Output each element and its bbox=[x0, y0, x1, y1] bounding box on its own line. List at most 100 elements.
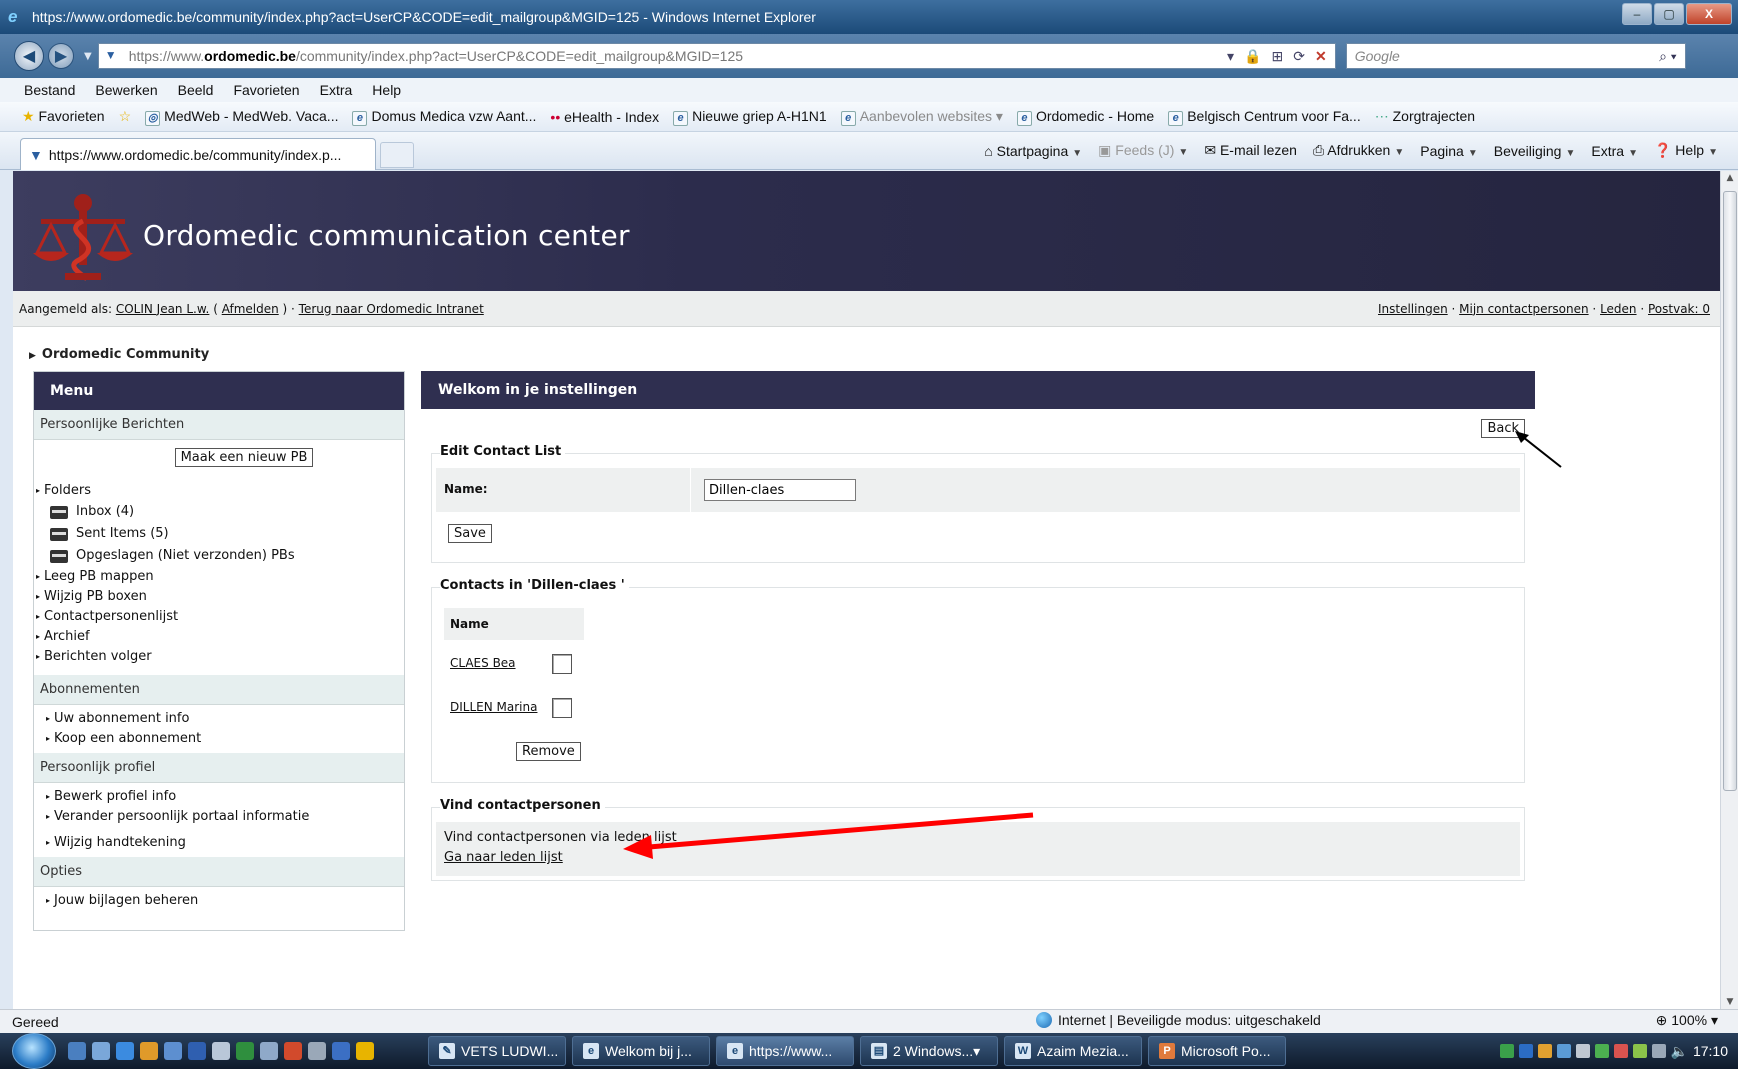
intranet-link[interactable]: Terug naar Ordomedic Intranet bbox=[299, 302, 484, 316]
link-manage-attachments[interactable]: ▸ Jouw bijlagen beheren bbox=[46, 891, 404, 911]
link-message-tracker[interactable]: ▸ Berichten volger bbox=[36, 647, 404, 667]
app-icon[interactable] bbox=[356, 1042, 374, 1060]
link-buy-subscription[interactable]: ▸ Koop een abonnement bbox=[46, 729, 404, 749]
breadcrumb-community[interactable]: Ordomedic Community bbox=[42, 347, 209, 362]
refresh-icon[interactable]: ⟳ bbox=[1293, 48, 1305, 65]
contact-checkbox-dillen[interactable] bbox=[552, 698, 572, 718]
app-icon[interactable] bbox=[212, 1042, 230, 1060]
tray-icon[interactable] bbox=[1632, 1044, 1647, 1058]
favorites-button[interactable]: ★ Favorieten bbox=[22, 108, 105, 125]
switch-windows-icon[interactable] bbox=[92, 1042, 110, 1060]
fav-link-ehealth[interactable]: •• eHealth - Index bbox=[550, 109, 659, 125]
fav-link-ordomedic[interactable]: e Ordomedic - Home bbox=[1016, 108, 1154, 126]
scroll-down-icon[interactable]: ▼ bbox=[1721, 997, 1738, 1007]
save-button[interactable]: Save bbox=[448, 524, 492, 543]
ie-icon[interactable] bbox=[116, 1042, 134, 1060]
link-subscription-info[interactable]: ▸ Uw abonnement info bbox=[46, 709, 404, 729]
search-box[interactable]: Google ⌕ ▾ bbox=[1345, 43, 1686, 69]
menu-help[interactable]: Help bbox=[372, 82, 401, 98]
menu-file[interactable]: Bestand bbox=[24, 82, 75, 98]
inbox-link[interactable]: Postvak: 0 bbox=[1648, 302, 1710, 316]
url-field[interactable]: ▼ https://www. ordomedic.be/community/ind… bbox=[97, 43, 1336, 69]
tray-icon[interactable] bbox=[1594, 1044, 1609, 1058]
app-icon[interactable] bbox=[332, 1042, 350, 1060]
maximize-button[interactable]: ▢ bbox=[1654, 3, 1684, 25]
forward-arrow-icon[interactable]: ▶ bbox=[48, 43, 74, 69]
link-edit-profile[interactable]: ▸ Bewerk profiel info bbox=[46, 787, 404, 807]
history-dropdown-icon[interactable]: ▼ bbox=[84, 51, 92, 62]
folder-sent[interactable]: Sent Items (5) bbox=[36, 523, 404, 545]
tray-icon[interactable] bbox=[1537, 1044, 1552, 1058]
read-mail-button[interactable]: ✉ E-mail lezen bbox=[1204, 142, 1297, 159]
tray-icon[interactable] bbox=[1613, 1044, 1628, 1058]
contact-link-claes[interactable]: CLAES Bea bbox=[450, 656, 516, 670]
desktop-icon[interactable] bbox=[68, 1042, 86, 1060]
stop-icon[interactable]: ✕ bbox=[1315, 48, 1327, 65]
taskbar-button-group[interactable]: ▤ 2 Windows... ▾ bbox=[860, 1036, 998, 1066]
security-zone[interactable]: Internet | Beveiligde modus: uitgeschake… bbox=[1036, 1012, 1321, 1028]
vertical-scrollbar[interactable]: ▲ ▼ bbox=[1720, 171, 1738, 1009]
taskbar-button[interactable]: P Microsoft Po... bbox=[1148, 1036, 1286, 1066]
link-empty-folders[interactable]: ▸ Leeg PB mappen bbox=[36, 567, 404, 587]
feeds-button[interactable]: ▣ Feeds (J) ▼ bbox=[1098, 142, 1188, 159]
fav-link-bcfi[interactable]: e Belgisch Centrum voor Fa... bbox=[1168, 108, 1361, 126]
user-profile-link[interactable]: COLIN Jean L.w. bbox=[116, 302, 210, 316]
logout-link[interactable]: Afmelden bbox=[222, 302, 279, 316]
link-edit-signature[interactable]: ▸ Wijzig handtekening bbox=[46, 833, 404, 853]
search-icon[interactable]: ⌕ ▾ bbox=[1659, 48, 1677, 65]
app-icon[interactable] bbox=[308, 1042, 326, 1060]
network-icon[interactable] bbox=[1651, 1044, 1666, 1058]
outlook-icon[interactable] bbox=[164, 1042, 182, 1060]
close-button[interactable]: X bbox=[1686, 3, 1732, 25]
scrollbar-thumb[interactable] bbox=[1723, 191, 1737, 791]
menu-favorites[interactable]: Favorieten bbox=[233, 82, 299, 98]
app-icon[interactable] bbox=[260, 1042, 278, 1060]
taskbar-button-active[interactable]: e https://www... bbox=[716, 1036, 854, 1066]
print-button[interactable]: ⎙ Afdrukken ▼ bbox=[1313, 142, 1404, 159]
home-button[interactable]: ⌂ Startpagina ▼ bbox=[984, 143, 1082, 159]
app-icon[interactable] bbox=[284, 1042, 302, 1060]
url-dropdown-icon[interactable]: ▾ bbox=[1227, 48, 1234, 65]
menu-tools[interactable]: Extra bbox=[320, 82, 353, 98]
my-contacts-link[interactable]: Mijn contactpersonen bbox=[1459, 302, 1588, 316]
link-contact-list[interactable]: ▸ Contactpersonenlijst bbox=[36, 607, 404, 627]
link-edit-boxes[interactable]: ▸ Wijzig PB boxen bbox=[36, 587, 404, 607]
back-arrow-icon[interactable]: ◀ bbox=[14, 41, 44, 71]
fav-link-griep[interactable]: e Nieuwe griep A-H1N1 bbox=[673, 108, 827, 126]
firefox-icon[interactable] bbox=[140, 1042, 158, 1060]
fav-link-zorgtrajecten[interactable]: ⋯ Zorgtrajecten bbox=[1375, 108, 1475, 125]
contact-link-dillen[interactable]: DILLEN Marina bbox=[450, 700, 537, 714]
add-favorite-icon[interactable]: ☆ bbox=[119, 108, 132, 125]
safety-menu[interactable]: Beveiliging ▼ bbox=[1494, 143, 1576, 159]
taskbar-button[interactable]: W Azaim Mezia... bbox=[1004, 1036, 1142, 1066]
tab-active[interactable]: ▼ https://www.ordomedic.be/community/ind… bbox=[20, 138, 376, 170]
fav-link-domus[interactable]: e Domus Medica vzw Aant... bbox=[352, 108, 536, 126]
contact-list-name-input[interactable] bbox=[704, 479, 856, 501]
tools-menu[interactable]: Extra ▼ bbox=[1591, 143, 1638, 159]
menu-edit[interactable]: Bewerken bbox=[95, 82, 157, 98]
tray-icon[interactable] bbox=[1518, 1044, 1533, 1058]
start-orb-icon[interactable] bbox=[12, 1033, 56, 1069]
scroll-up-icon[interactable]: ▲ bbox=[1721, 173, 1738, 183]
fav-link-medweb[interactable]: ◎ MedWeb - MedWeb. Vaca... bbox=[145, 108, 338, 126]
tray-icon[interactable] bbox=[1575, 1044, 1590, 1058]
taskbar-button[interactable]: ✎ VETS LUDWI... bbox=[428, 1036, 566, 1066]
help-menu[interactable]: ❓ Help ▼ bbox=[1654, 142, 1718, 159]
compatibility-icon[interactable]: ⊞ bbox=[1272, 48, 1284, 65]
contact-checkbox-claes[interactable] bbox=[552, 654, 572, 674]
tray-icon[interactable] bbox=[1556, 1044, 1571, 1058]
link-portal-info[interactable]: ▸ Verander persoonlijk portaal informatie bbox=[46, 807, 404, 827]
settings-link[interactable]: Instellingen bbox=[1378, 302, 1448, 316]
fav-suggested-sites[interactable]: e Aanbevolen websites ▾ bbox=[840, 108, 1003, 126]
members-list-link[interactable]: Ga naar leden lijst bbox=[444, 850, 563, 865]
menu-view[interactable]: Beeld bbox=[178, 82, 214, 98]
new-pm-button[interactable]: Maak een nieuw PB bbox=[174, 448, 314, 467]
tray-icon[interactable] bbox=[1499, 1044, 1514, 1058]
folder-saved[interactable]: Opgeslagen (Niet verzonden) PBs bbox=[36, 545, 404, 567]
zoom-control[interactable]: ⊕ 100% ▾ bbox=[1656, 1012, 1718, 1029]
minimize-button[interactable]: – bbox=[1622, 3, 1652, 25]
remove-button[interactable]: Remove bbox=[516, 742, 581, 761]
word-icon[interactable] bbox=[188, 1042, 206, 1060]
lock-icon[interactable]: 🔒 bbox=[1244, 48, 1261, 65]
excel-icon[interactable] bbox=[236, 1042, 254, 1060]
